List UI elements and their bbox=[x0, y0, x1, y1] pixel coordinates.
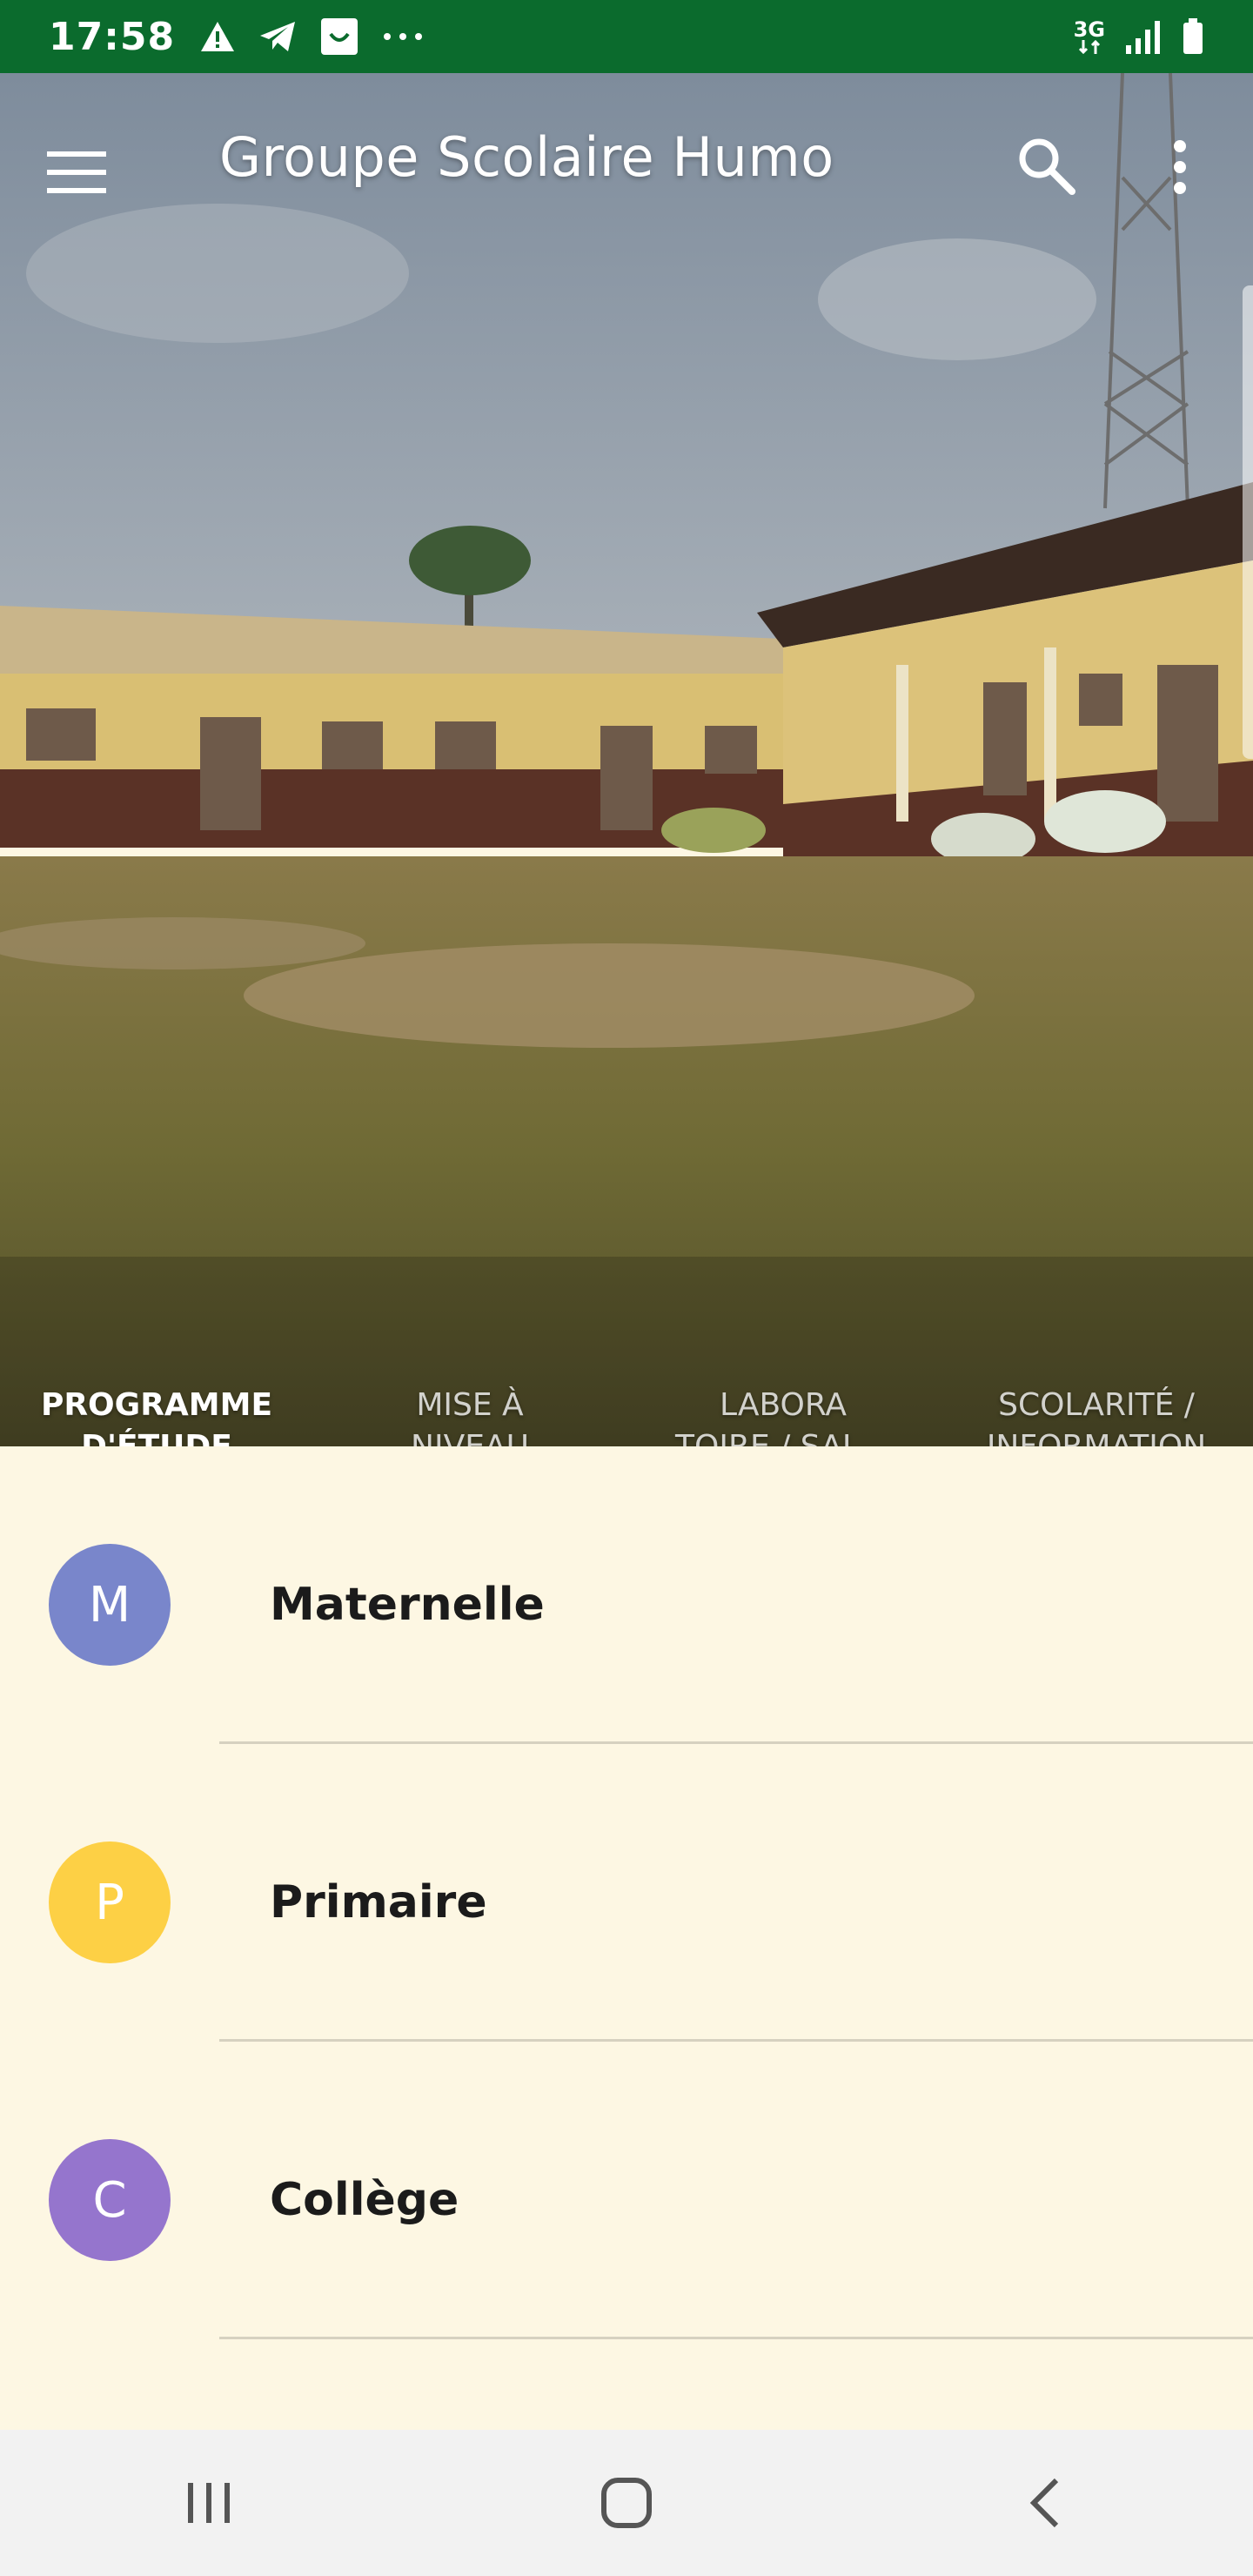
recent-apps-button[interactable] bbox=[157, 2451, 261, 2555]
tab-label: SCOLARITÉ / INFORMATION bbox=[987, 1387, 1206, 1446]
more-notifications-icon bbox=[384, 33, 423, 40]
status-time: 17:58 bbox=[49, 14, 176, 59]
divider bbox=[219, 2337, 1253, 2339]
scroll-indicator[interactable] bbox=[1243, 285, 1253, 759]
back-icon bbox=[1029, 2478, 1059, 2528]
search-button[interactable] bbox=[1016, 125, 1100, 209]
home-icon bbox=[601, 2478, 652, 2528]
tab-label: PROGRAMME D'ÉTUDE bbox=[40, 1387, 273, 1446]
app-notification-icon bbox=[321, 18, 358, 55]
app-title: Groupe Scolaire Humo bbox=[219, 125, 834, 189]
tab-label: LABORA TOIRE / SAL… bbox=[675, 1387, 891, 1446]
level-list: M Maternelle P Primaire C Collège bbox=[0, 1446, 1253, 2339]
tab-laboratoire-salle[interactable]: LABORA TOIRE / SAL… bbox=[626, 1333, 940, 1446]
status-bar: 17:58 3G bbox=[0, 0, 1253, 73]
tab-mise-a-niveau[interactable]: MISE À NIVEAU bbox=[313, 1333, 626, 1446]
menu-button[interactable] bbox=[47, 132, 127, 212]
warning-icon bbox=[201, 22, 235, 51]
avatar: P bbox=[49, 1841, 171, 1963]
list-item-label: Primaire bbox=[270, 1876, 487, 1929]
tab-scolarite-information[interactable]: SCOLARITÉ / INFORMATION bbox=[940, 1333, 1253, 1446]
menu-icon bbox=[47, 151, 106, 193]
telegram-icon bbox=[260, 22, 296, 51]
avatar: M bbox=[49, 1544, 171, 1666]
school-building-photo bbox=[0, 73, 1253, 1446]
list-item-primaire[interactable]: P Primaire bbox=[0, 1744, 1253, 2042]
recent-apps-icon bbox=[188, 2483, 230, 2523]
tab-bar: PROGRAMME D'ÉTUDE MISE À NIVEAU LABORA T… bbox=[0, 1333, 1253, 1446]
home-button[interactable] bbox=[574, 2451, 679, 2555]
status-notification-icons bbox=[199, 17, 424, 57]
network-type-label: 3G bbox=[1073, 17, 1105, 42]
header-image-area: Groupe Scolaire Humo PROGRAMME D'ÉTUDE M… bbox=[0, 73, 1253, 1446]
search-icon bbox=[1019, 138, 1075, 195]
back-button[interactable] bbox=[992, 2451, 1096, 2555]
list-item-label: Maternelle bbox=[270, 1579, 545, 1631]
system-nav-bar bbox=[0, 2430, 1253, 2576]
list-item-label: Collège bbox=[270, 2174, 459, 2226]
avatar: C bbox=[49, 2139, 171, 2261]
more-vert-icon bbox=[1174, 140, 1186, 194]
list-item-college[interactable]: C Collège bbox=[0, 2042, 1253, 2339]
list-item-maternelle[interactable]: M Maternelle bbox=[0, 1446, 1253, 1744]
status-system-icons: 3G bbox=[1074, 18, 1204, 55]
battery-icon bbox=[1183, 18, 1203, 54]
tab-programme-d-etude[interactable]: PROGRAMME D'ÉTUDE bbox=[0, 1333, 313, 1446]
3g-data-icon: 3G bbox=[1074, 19, 1105, 54]
tab-label: MISE À NIVEAU bbox=[411, 1387, 529, 1446]
app-bar: Groupe Scolaire Humo bbox=[0, 73, 1253, 244]
signal-icon bbox=[1126, 21, 1160, 54]
more-options-button[interactable] bbox=[1157, 125, 1209, 209]
